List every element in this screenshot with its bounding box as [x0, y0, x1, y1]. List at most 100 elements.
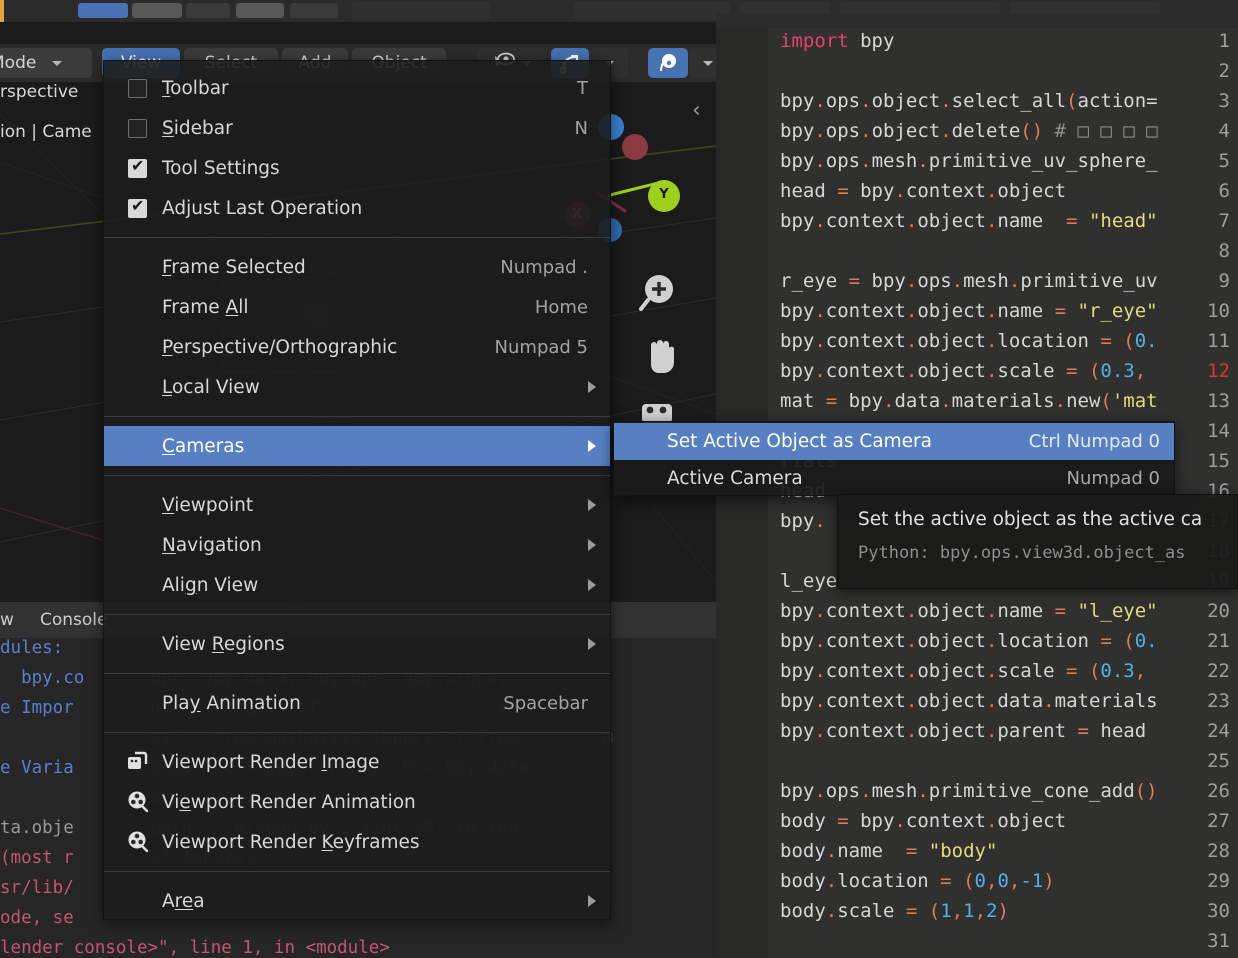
editor-code-line[interactable]: body.location = (0,0,-1)	[780, 870, 1055, 892]
editor-header	[716, 14, 1238, 28]
editor-code-line[interactable]: l_eye	[780, 570, 837, 592]
editor-code-line[interactable]: mat = bpy.data.materials.new('mat	[780, 390, 1158, 412]
editor-code-line[interactable]: bpy.ops.object.select_all(action=	[780, 90, 1158, 112]
checkbox-icon[interactable]	[128, 156, 147, 178]
menu-separator	[104, 416, 610, 417]
editor-line-number: 12	[1207, 360, 1230, 382]
console-line: (most r	[0, 848, 74, 868]
menu-item-tool-settings[interactable]: Tool Settings	[104, 148, 610, 188]
console-line: lender console>", line 1, in <module>	[0, 938, 390, 958]
menu-item-cameras[interactable]: Cameras	[104, 426, 610, 466]
editor-line-number: 13	[1207, 390, 1230, 412]
menu-item-label: Area	[162, 890, 205, 912]
topbar-toggle-4[interactable]	[236, 3, 284, 18]
editor-code-line[interactable]: bpy.context.object.location = (0.	[780, 630, 1158, 652]
editor-code-line[interactable]: body.name = "body"	[780, 840, 997, 862]
console-menu-view[interactable]: w	[0, 610, 14, 630]
zoom-icon[interactable]	[638, 270, 684, 316]
menu-item-viewport-render-keyframes[interactable]: Viewport Render Keyframes	[104, 822, 610, 862]
gizmo-axis-x-neg[interactable]	[622, 134, 648, 160]
mode-selector[interactable]: Mode	[0, 48, 92, 78]
editor-code-line[interactable]: body.scale = (1,1,2)	[780, 900, 1009, 922]
menu-item-viewport-render-animation[interactable]: Viewport Render Animation	[104, 782, 610, 822]
checkbox-icon[interactable]	[128, 118, 147, 138]
pan-hand-icon[interactable]	[638, 332, 684, 378]
view-dropdown-menu[interactable]: Toolbar T Sidebar N Tool Settings Adjust Last…	[103, 60, 611, 920]
render-animation-icon	[126, 790, 150, 814]
editor-code-line[interactable]: bpy.	[780, 510, 826, 532]
editor-code-line[interactable]: bpy.ops.mesh.primitive_cone_add()	[780, 780, 1158, 802]
topbar-toggle-2[interactable]	[132, 3, 182, 18]
menu-item-viewport-render-image[interactable]: Viewport Render Image	[104, 742, 610, 782]
editor-code-line[interactable]: bpy.context.object.name = "l_eye"	[780, 600, 1158, 622]
topbar-field-2[interactable]	[574, 1, 730, 20]
proportional-edit-toggle[interactable]	[648, 48, 688, 78]
editor-code-line[interactable]: bpy.context.object.name = "head"	[780, 210, 1158, 232]
topbar-toggle-3[interactable]	[186, 3, 230, 18]
editor-code-line[interactable]: bpy.context.object.scale = (0.3,	[780, 660, 1146, 682]
menu-item-viewpoint[interactable]: Viewpoint	[104, 485, 610, 525]
menu-item-label: Align View	[162, 574, 259, 596]
editor-code-line[interactable]: body = bpy.context.object	[780, 810, 1066, 832]
submenu-item-shortcut: Numpad 0	[1066, 468, 1160, 489]
editor-line-number: 26	[1207, 780, 1230, 802]
menu-item-local-view[interactable]: Local View	[104, 367, 610, 407]
proportional-options-dropdown[interactable]	[689, 48, 716, 78]
tooltip: Set the active object as the active ca P…	[837, 494, 1238, 589]
topbar-field-1[interactable]	[352, 1, 490, 20]
editor-code-line[interactable]: bpy.context.object.parent = head	[780, 720, 1146, 742]
editor-line-number: 23	[1207, 690, 1230, 712]
accent-bar	[0, 0, 4, 22]
tooltip-python-path: Python: bpy.ops.view3d.object_as	[858, 543, 1186, 563]
menu-item-adjust-last-operation[interactable]: Adjust Last Operation	[104, 188, 610, 228]
menu-item-perspective-orthographic[interactable]: Perspective/Orthographic Numpad 5	[104, 327, 610, 367]
menu-item-play-animation[interactable]: Play Animation Spacebar	[104, 683, 610, 723]
submenu-item-active-camera[interactable]: Active Camera Numpad 0	[614, 460, 1174, 497]
menu-item-frame-selected[interactable]: Frame Selected Numpad .	[104, 247, 610, 287]
menu-item-align-view[interactable]: Align View	[104, 565, 610, 605]
menu-separator	[104, 871, 610, 872]
editor-line-number: 11	[1207, 330, 1230, 352]
menu-item-sidebar[interactable]: Sidebar N	[104, 108, 610, 148]
sidebar-collapse-arrow[interactable]: ‹	[692, 98, 701, 123]
editor-line-number: 10	[1207, 300, 1230, 322]
submenu-arrow-icon	[588, 499, 596, 511]
editor-line-number: 28	[1207, 840, 1230, 862]
editor-code-line[interactable]: bpy.context.object.location = (0.	[780, 330, 1158, 352]
submenu-item-set-active-object-as-camera[interactable]: Set Active Object as Camera Ctrl Numpad 0	[614, 423, 1174, 460]
editor-code-line[interactable]: bpy.ops.object.delete() # □ □ □ □	[780, 120, 1158, 142]
editor-line-number: 29	[1207, 870, 1230, 892]
checkbox-icon[interactable]	[128, 196, 147, 218]
topbar-toggle-1[interactable]	[78, 3, 128, 18]
console-line: sr/lib/	[0, 878, 74, 898]
editor-code-line[interactable]: bpy.context.object.name = "r_eye"	[780, 300, 1158, 322]
menu-item-label: Active Camera	[667, 468, 803, 489]
checkbox-icon[interactable]	[128, 78, 147, 98]
menu-item-area[interactable]: Area	[104, 881, 610, 921]
editor-line-number: 25	[1207, 750, 1230, 772]
editor-line-number: 21	[1207, 630, 1230, 652]
navigation-gizmo[interactable]: Y X	[564, 100, 690, 242]
editor-code-line[interactable]: head = bpy.context.object	[780, 180, 1066, 202]
submenu-item-shortcut: Ctrl Numpad 0	[1028, 431, 1160, 452]
menu-item-view-regions[interactable]: View Regions	[104, 624, 610, 664]
editor-code-line[interactable]: bpy.context.object.scale = (0.3,	[780, 360, 1146, 382]
console-menu-console[interactable]: Console	[40, 610, 108, 630]
editor-line-number: 15	[1207, 450, 1230, 472]
menu-item-label: Frame Selected	[162, 256, 306, 278]
menu-item-toolbar[interactable]: Toolbar T	[104, 68, 610, 108]
editor-code-line[interactable]: import bpy	[780, 30, 894, 52]
console-line: e Impor	[0, 698, 74, 718]
cameras-submenu[interactable]: Set Active Object as Camera Ctrl Numpad 0…	[613, 421, 1175, 496]
gizmo-axis-y-pos[interactable]: Y	[648, 180, 680, 212]
editor-code-line[interactable]: bpy.context.object.data.materials	[780, 690, 1158, 712]
editor-code-line[interactable]: r_eye = bpy.ops.mesh.primitive_uv	[780, 270, 1158, 292]
menu-item-label: Adjust Last Operation	[162, 197, 363, 219]
topbar-toggle-5[interactable]	[290, 3, 338, 18]
editor-code-line[interactable]: bpy.ops.mesh.primitive_uv_sphere_	[780, 150, 1158, 172]
menu-item-shortcut: T	[577, 77, 588, 99]
menu-item-label: Sidebar	[162, 117, 233, 139]
menu-separator	[104, 732, 610, 733]
menu-item-navigation[interactable]: Navigation	[104, 525, 610, 565]
menu-item-frame-all[interactable]: Frame All Home	[104, 287, 610, 327]
